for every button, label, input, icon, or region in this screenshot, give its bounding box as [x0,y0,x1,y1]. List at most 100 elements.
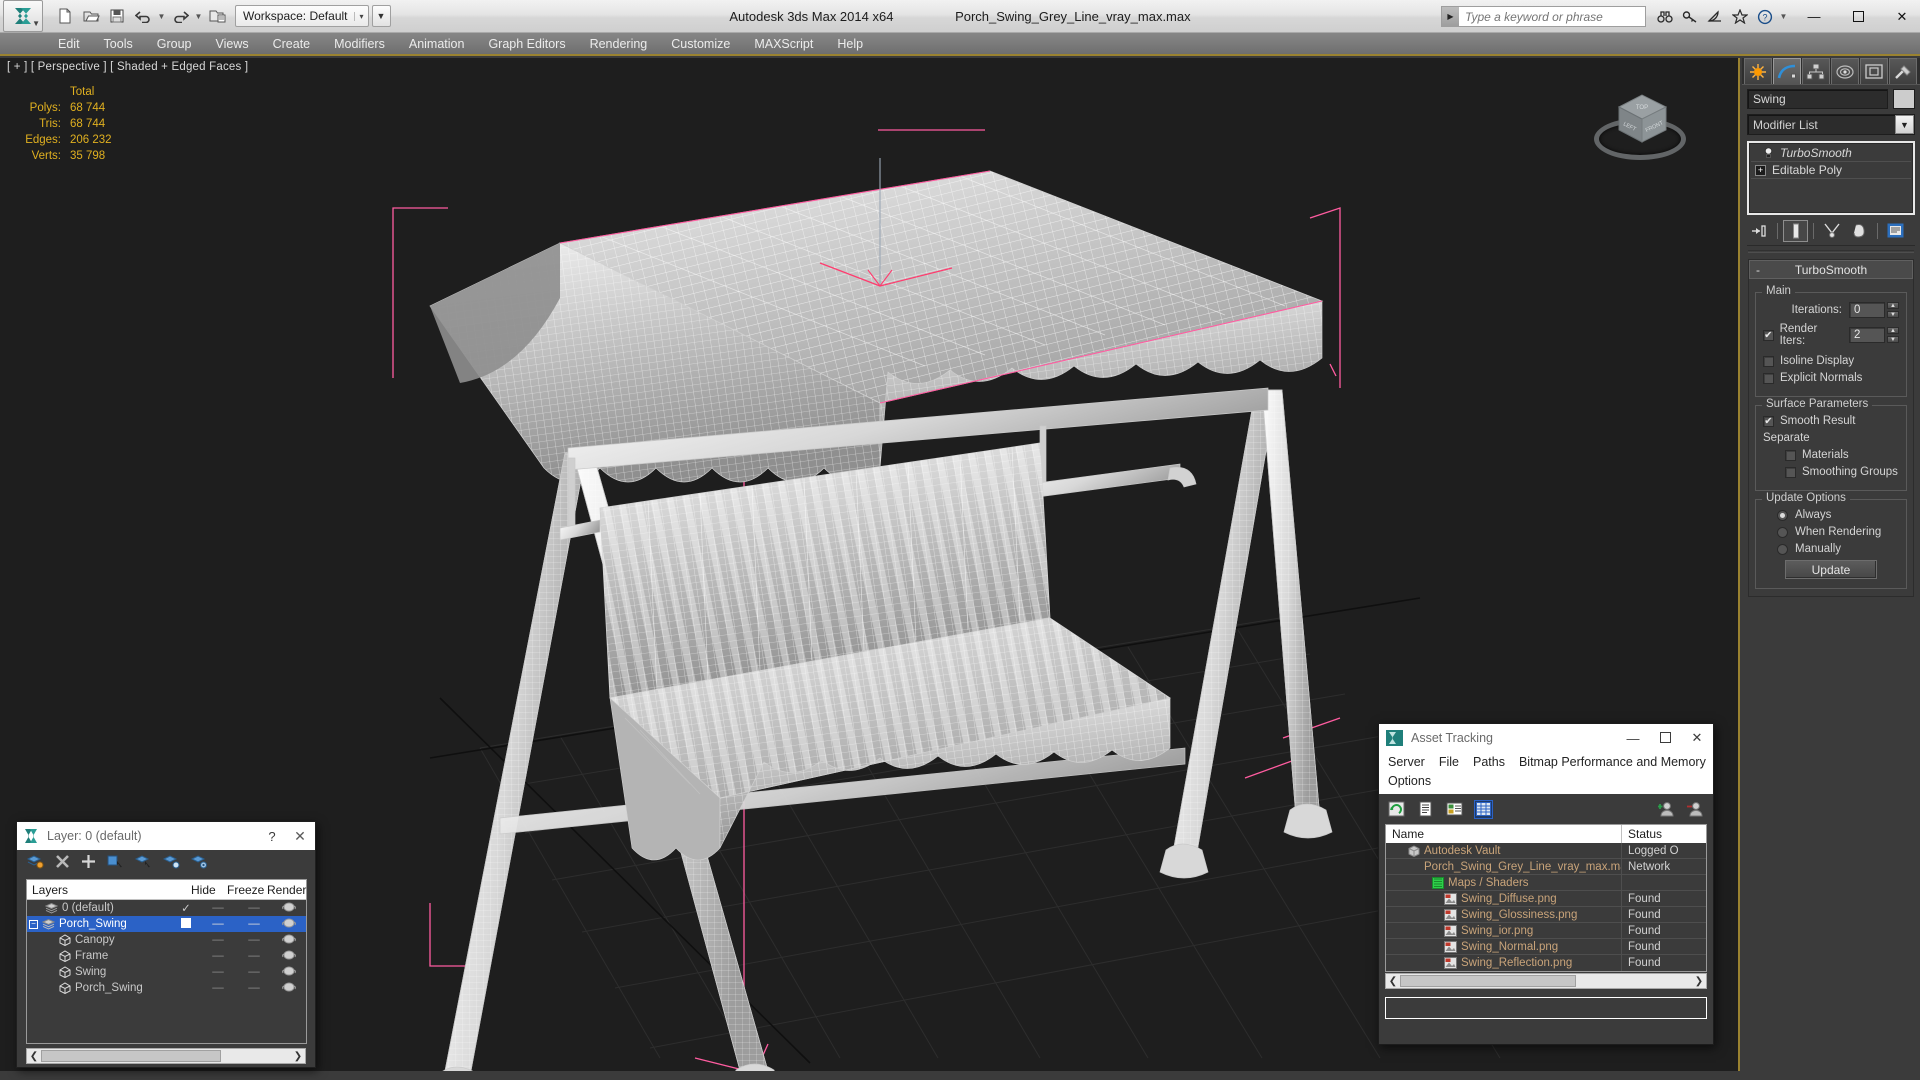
menu-item-tools[interactable]: Tools [92,34,145,54]
layer-freeze-cell[interactable]: — [236,982,272,994]
make-unique-icon[interactable] [1819,220,1844,242]
scroll-right-icon[interactable]: ❯ [291,1051,305,1062]
binoculars-icon[interactable] [1654,6,1676,28]
open-icon[interactable] [79,4,103,28]
key-icon[interactable] [1679,6,1701,28]
redo-dropdown-icon[interactable]: ▼ [194,12,203,21]
update-button[interactable]: Update [1785,560,1877,579]
utilities-tab-icon[interactable] [1889,58,1917,84]
table-row[interactable]: − Porch_Swing — — [27,916,306,932]
select-highlighted-icon[interactable] [134,854,152,874]
render-iters-value[interactable]: 2 [1849,327,1885,343]
remove-user-icon[interactable] [1686,800,1705,819]
menu-item-server[interactable]: Server [1388,753,1425,772]
add-layer-icon[interactable] [81,854,96,874]
stack-item-editable-poly[interactable]: + Editable Poly [1751,162,1911,179]
table-row[interactable]: Autodesk Vault Logged O [1386,842,1706,859]
column-header-layers[interactable]: Layers [27,883,158,897]
materials-checkbox[interactable] [1785,449,1796,461]
refresh-icon[interactable] [1387,800,1406,819]
scroll-left-icon[interactable]: ❮ [27,1051,41,1062]
layer-dialog[interactable]: Layer: 0 (default) ? ✕ Layers Hide Freez… [16,821,316,1068]
asset-list[interactable]: Name Status Autodesk Vault Logged O 3 Po… [1385,824,1707,972]
layer-freeze-cell[interactable]: — [236,934,272,946]
menu-item-animation[interactable]: Animation [397,34,477,54]
menu-item-create[interactable]: Create [261,34,323,54]
table-row[interactable]: Porch_Swing — — [27,980,306,996]
scroll-left-icon[interactable]: ❮ [1386,976,1400,987]
menu-item-rendering[interactable]: Rendering [578,34,660,54]
table-row[interactable]: 3 Porch_Swing_Grey_Line_vray_max.max Net… [1386,858,1706,875]
manually-radio[interactable] [1777,543,1788,555]
spin-up-icon[interactable]: ▲ [1887,302,1899,309]
search-input[interactable] [1459,9,1645,24]
layer-hide-cell[interactable]: — [200,918,236,930]
workspace-dropdown-button[interactable]: ▼ [371,5,391,27]
plus-box-icon[interactable]: + [1755,164,1766,176]
view-cube[interactable]: TOP LEFT FRONT [1594,88,1686,180]
render-iters-spin-buttons[interactable]: ▲ ▼ [1887,327,1899,343]
star-icon[interactable] [1729,6,1751,28]
display-tab-icon[interactable] [1860,58,1888,84]
iterations-spin-buttons[interactable]: ▲ ▼ [1887,302,1899,318]
layer-freeze-cell[interactable]: — [236,966,272,978]
modify-tab-icon[interactable] [1773,58,1801,84]
column-header-name[interactable]: Name [1386,825,1622,843]
render-iters-checkbox[interactable]: ✔ [1763,329,1774,341]
modifier-list-dropdown[interactable]: Modifier List ▼ [1747,114,1915,135]
hierarchy-tab-icon[interactable] [1802,58,1830,84]
grid-view-icon[interactable] [1474,799,1493,819]
layer-dialog-titlebar[interactable]: Layer: 0 (default) ? ✕ [17,822,315,850]
asset-tracking-titlebar[interactable]: Asset Tracking — ✕ [1379,724,1713,752]
layer-freeze-cell[interactable]: — [236,950,272,962]
menu-item-maxscript[interactable]: MAXScript [742,34,825,54]
select-objects-icon[interactable] [107,854,124,874]
table-row[interactable]: Swing_Glossiness.png Found [1386,906,1706,923]
spin-down-icon[interactable]: ▼ [1887,311,1899,318]
layer-hide-cell[interactable]: — [200,950,236,962]
search-dropdown-icon[interactable]: ▶ [1442,7,1459,26]
modifier-stack[interactable]: TurboSmooth + Editable Poly [1747,141,1915,215]
detail-view-icon[interactable] [1445,800,1464,819]
layer-render-cell[interactable] [272,917,306,931]
search-box[interactable]: ▶ [1441,6,1646,27]
layer-freeze-cell[interactable]: — [236,918,272,930]
layer-current-mark[interactable] [172,917,200,931]
satellite-icon[interactable] [1704,6,1726,28]
close-button[interactable]: ✕ [1890,5,1914,29]
layer-hide-cell[interactable]: — [200,934,236,946]
asset-horizontal-scrollbar[interactable]: ❮ ❯ [1385,973,1707,989]
new-icon[interactable] [53,4,77,28]
spin-up-icon[interactable]: ▲ [1887,327,1899,334]
table-row[interactable]: Maps / Shaders [1386,874,1706,891]
motion-tab-icon[interactable] [1831,58,1859,84]
layer-properties-icon[interactable] [190,854,208,874]
set-project-folder-icon[interactable] [205,4,229,28]
rollout-header[interactable]: - TurboSmooth [1749,260,1913,279]
chevron-down-icon[interactable]: ▼ [1895,115,1914,134]
table-row[interactable]: Swing_Diffuse.png Found [1386,890,1706,907]
layer-render-cell[interactable] [272,901,306,915]
scroll-right-icon[interactable]: ❯ [1692,976,1706,987]
table-row[interactable]: Swing — — [27,964,306,980]
pin-stack-icon[interactable] [1747,220,1772,242]
scrollbar-thumb[interactable] [41,1050,221,1062]
smoothing-groups-checkbox[interactable] [1785,466,1796,478]
column-header-render[interactable]: Render [262,883,306,897]
layer-render-cell[interactable] [272,965,306,979]
table-row[interactable]: Swing_Normal.png Found [1386,938,1706,955]
table-row[interactable]: Frame — — [27,948,306,964]
undo-dropdown-icon[interactable]: ▼ [157,12,166,21]
list-view-icon[interactable] [1416,800,1435,819]
table-row[interactable]: 0 (default) ✓ — — [27,900,306,916]
scrollbar-thumb[interactable] [1400,975,1576,987]
menu-item-file[interactable]: File [1439,753,1459,772]
always-radio[interactable] [1777,509,1788,521]
menu-item-edit[interactable]: Edit [46,34,92,54]
asset-tracking-minimize-button[interactable]: — [1617,731,1649,746]
menu-item-customize[interactable]: Customize [659,34,742,54]
menu-item-options[interactable]: Options [1388,772,1431,791]
layer-horizontal-scrollbar[interactable]: ❮ ❯ [26,1048,306,1064]
app-menu-button[interactable]: ▼ [3,0,43,32]
lightbulb-icon[interactable] [1763,147,1774,159]
